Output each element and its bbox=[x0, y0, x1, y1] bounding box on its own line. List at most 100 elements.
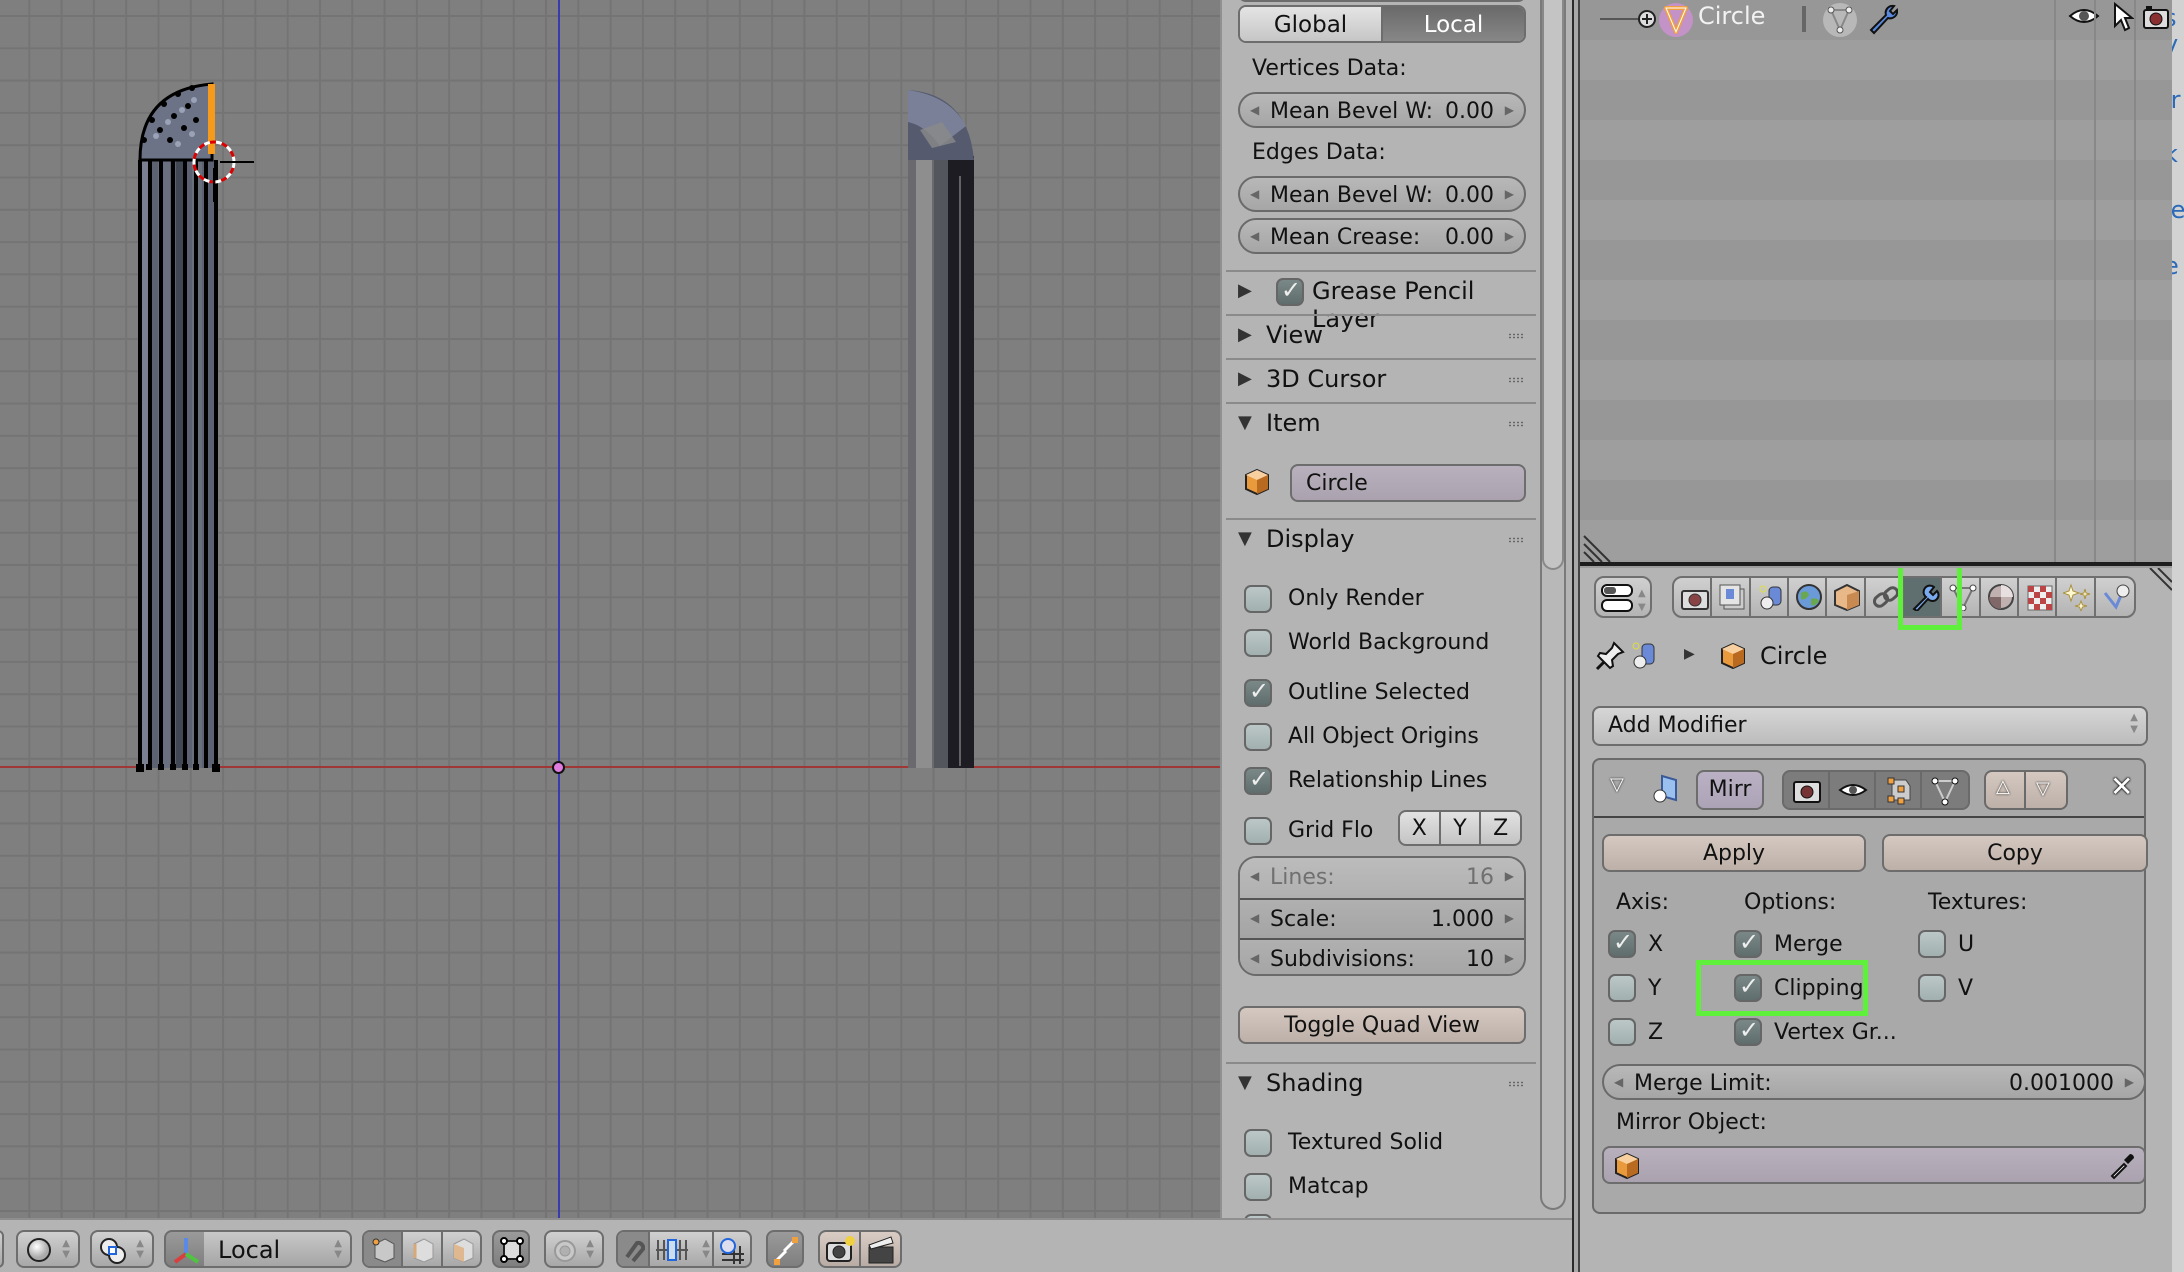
mirror-object-field[interactable] bbox=[1602, 1146, 2146, 1184]
expand-plus-icon[interactable] bbox=[1636, 8, 1658, 30]
outliner-row-circle[interactable]: Circle bbox=[1580, 0, 2172, 40]
panel-header-view[interactable]: ▶ View bbox=[1226, 316, 1536, 358]
drag-grip-icon[interactable] bbox=[1508, 421, 1524, 427]
collapse-arrow-icon[interactable]: ▽ bbox=[1610, 774, 1624, 795]
object-origin[interactable] bbox=[552, 761, 565, 774]
vertex-groups-checkbox[interactable] bbox=[1734, 1016, 1762, 1046]
move-down-button[interactable]: ▽ bbox=[2026, 772, 2066, 808]
axis-y-checkbox[interactable] bbox=[1608, 974, 1636, 1002]
show-on-cage-toggle[interactable] bbox=[1922, 772, 1968, 808]
grid-floor-checkbox[interactable] bbox=[1244, 817, 1272, 845]
opengl-render-image-button[interactable] bbox=[820, 1232, 861, 1266]
transform-orientation-select[interactable]: Local ▲ ▼ bbox=[204, 1230, 352, 1268]
show-in-editmode-toggle[interactable] bbox=[1876, 772, 1922, 808]
tab-scene[interactable] bbox=[1751, 578, 1790, 616]
decrement-arrow-icon[interactable]: ◀ bbox=[1250, 869, 1259, 883]
remove-modifier-icon[interactable]: ✕ bbox=[2110, 770, 2133, 803]
grid-lines-field[interactable]: ◀ Lines: 16 ▶ bbox=[1240, 858, 1524, 898]
drag-grip-icon[interactable] bbox=[1508, 333, 1524, 339]
axis-x-checkbox[interactable] bbox=[1608, 928, 1636, 958]
decrement-arrow-icon[interactable]: ◀ bbox=[1250, 911, 1259, 925]
shelf-scrollbar-thumb[interactable] bbox=[1542, 0, 1564, 570]
snap-element-select[interactable]: ▲ ▼ bbox=[650, 1232, 714, 1266]
merge-limit-field[interactable]: ◀ Merge Limit: 0.001000 ▶ bbox=[1602, 1064, 2146, 1100]
mesh-data-icon[interactable] bbox=[1822, 2, 1858, 38]
panel-header-shading[interactable]: ▼ Shading bbox=[1226, 1064, 1536, 1106]
drag-grip-icon[interactable] bbox=[1508, 377, 1524, 383]
tab-texture[interactable] bbox=[2019, 578, 2058, 616]
vertex-select-mode[interactable] bbox=[364, 1232, 404, 1266]
axis-z-checkbox[interactable] bbox=[1608, 1018, 1636, 1046]
increment-arrow-icon[interactable]: ▶ bbox=[1505, 869, 1514, 883]
panel-header-display[interactable]: ▼ Display bbox=[1226, 520, 1536, 562]
panel-header-3d-cursor[interactable]: ▶ 3D Cursor bbox=[1226, 360, 1536, 402]
merge-checkbox[interactable] bbox=[1734, 928, 1762, 958]
editor-type-select[interactable]: ▲ ▼ bbox=[1594, 576, 1652, 618]
all-object-origins-checkbox[interactable] bbox=[1244, 723, 1272, 751]
increment-arrow-icon[interactable]: ▶ bbox=[1505, 229, 1514, 243]
auto-merge-toggle[interactable] bbox=[766, 1230, 804, 1268]
3d-viewport[interactable] bbox=[0, 0, 1220, 1218]
texture-u-checkbox[interactable] bbox=[1918, 930, 1946, 958]
grid-axis-z-toggle[interactable]: Z bbox=[1481, 812, 1520, 844]
edge-select-mode[interactable] bbox=[403, 1232, 443, 1266]
texture-v-checkbox[interactable] bbox=[1918, 974, 1946, 1002]
grid-axis-y-toggle[interactable]: Y bbox=[1441, 812, 1482, 844]
grid-axis-x-toggle[interactable]: X bbox=[1400, 812, 1441, 844]
editor-type-button[interactable] bbox=[0, 1230, 4, 1268]
grid-scale-field[interactable]: ◀ Scale: 1.000 ▶ bbox=[1240, 898, 1524, 938]
outline-selected-checkbox[interactable] bbox=[1244, 677, 1272, 707]
decrement-arrow-icon[interactable]: ◀ bbox=[1614, 1075, 1623, 1089]
local-option[interactable]: Local bbox=[1383, 7, 1524, 41]
proportional-editing-select[interactable]: ▲ ▼ bbox=[544, 1230, 604, 1268]
drag-grip-icon[interactable] bbox=[1508, 1081, 1524, 1087]
increment-arrow-icon[interactable]: ▶ bbox=[2125, 1075, 2134, 1089]
area-split-corner-icon[interactable] bbox=[1582, 532, 1612, 562]
snap-toggle[interactable] bbox=[618, 1232, 650, 1266]
show-viewport-toggle[interactable] bbox=[1830, 772, 1876, 808]
tab-particles[interactable] bbox=[2057, 578, 2096, 616]
eyedropper-icon[interactable] bbox=[2108, 1152, 2136, 1180]
pin-icon[interactable] bbox=[1594, 640, 1626, 672]
area-divider[interactable] bbox=[1572, 0, 1580, 1272]
matcap-checkbox[interactable] bbox=[1244, 1173, 1272, 1201]
world-background-checkbox[interactable] bbox=[1244, 629, 1272, 657]
cursor-select-icon[interactable] bbox=[2112, 2, 2134, 32]
move-up-button[interactable]: △ bbox=[1986, 772, 2026, 808]
area-split-corner-icon[interactable] bbox=[2142, 568, 2172, 594]
increment-arrow-icon[interactable]: ▶ bbox=[1505, 951, 1514, 965]
grid-subdivisions-field[interactable]: ◀ Subdivisions: 10 ▶ bbox=[1240, 938, 1524, 974]
modifier-name-field[interactable]: Mirr bbox=[1696, 770, 1764, 810]
edges-mean-crease-field[interactable]: ◀ Mean Crease: 0.00 ▶ bbox=[1238, 218, 1526, 254]
tab-render-layers[interactable] bbox=[1712, 578, 1751, 616]
global-option[interactable]: Global bbox=[1240, 7, 1383, 41]
tab-physics[interactable] bbox=[2096, 578, 2134, 616]
decrement-arrow-icon[interactable]: ◀ bbox=[1250, 187, 1259, 201]
only-render-checkbox[interactable] bbox=[1244, 585, 1272, 613]
grease-pencil-enable-checkbox[interactable] bbox=[1276, 276, 1304, 306]
relationship-lines-checkbox[interactable] bbox=[1244, 765, 1272, 795]
tab-world[interactable] bbox=[1789, 578, 1828, 616]
modifier-wrench-icon[interactable] bbox=[1866, 2, 1898, 36]
snap-target-select[interactable] bbox=[714, 1232, 750, 1266]
increment-arrow-icon[interactable]: ▶ bbox=[1505, 103, 1514, 117]
tab-object[interactable] bbox=[1827, 578, 1866, 616]
increment-arrow-icon[interactable]: ▶ bbox=[1505, 187, 1514, 201]
object-name-field[interactable]: Circle bbox=[1290, 464, 1526, 502]
pivot-point-select[interactable]: ▲ ▼ bbox=[90, 1230, 154, 1268]
viewport-shading-select[interactable]: ▲ ▼ bbox=[16, 1230, 80, 1268]
copy-button[interactable]: Copy bbox=[1882, 834, 2148, 872]
increment-arrow-icon[interactable]: ▶ bbox=[1505, 911, 1514, 925]
tab-render[interactable] bbox=[1674, 578, 1713, 616]
edges-mean-bevel-field[interactable]: ◀ Mean Bevel W: 0.00 ▶ bbox=[1238, 176, 1526, 212]
panel-header-grease-pencil[interactable]: ▶ Grease Pencil Layer bbox=[1226, 272, 1536, 333]
camera-render-icon[interactable] bbox=[2142, 4, 2170, 30]
face-select-mode[interactable] bbox=[443, 1232, 480, 1266]
decrement-arrow-icon[interactable]: ◀ bbox=[1250, 103, 1259, 117]
3d-cursor[interactable] bbox=[190, 140, 260, 210]
decrement-arrow-icon[interactable]: ◀ bbox=[1250, 951, 1259, 965]
textured-solid-checkbox[interactable] bbox=[1244, 1129, 1272, 1157]
manipulator-toggle[interactable] bbox=[164, 1230, 208, 1268]
apply-button[interactable]: Apply bbox=[1602, 834, 1866, 872]
show-render-toggle[interactable] bbox=[1784, 772, 1830, 808]
